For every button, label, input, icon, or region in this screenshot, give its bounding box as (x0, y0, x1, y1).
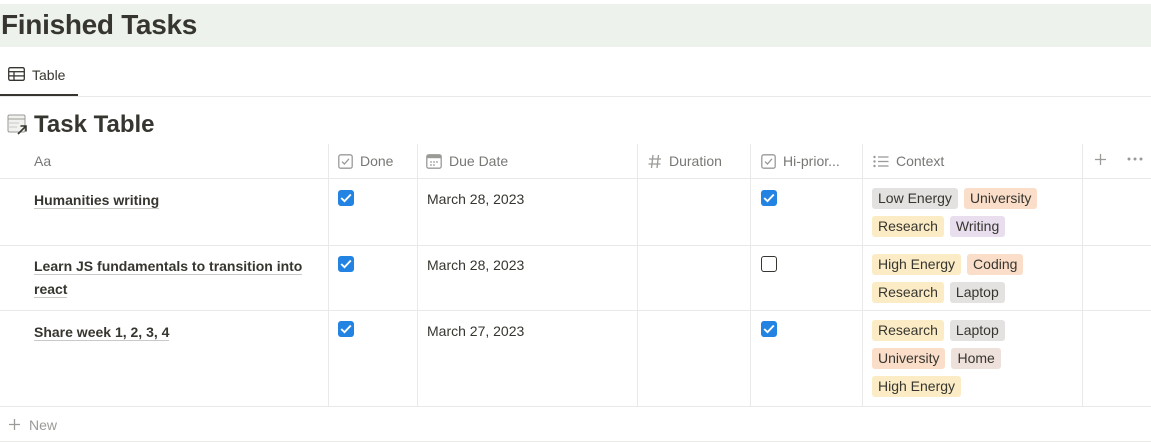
column-header-due-date[interactable]: Due Date (426, 144, 508, 178)
column-header-done[interactable]: Done (338, 144, 393, 178)
checkbox-icon (338, 153, 353, 169)
tag: High Energy (872, 376, 962, 397)
column-header-duration[interactable]: Duration (648, 144, 722, 178)
new-row-label: New (29, 417, 58, 433)
tag: Writing (949, 216, 1006, 237)
due-date[interactable]: March 28, 2023 (427, 257, 524, 273)
page-header: Finished Tasks (0, 4, 1151, 47)
column-header-context-label: Context (896, 153, 945, 169)
calendar-icon (426, 153, 442, 169)
tag: Home (951, 348, 1001, 369)
task-name[interactable]: Humanities writing (34, 189, 304, 212)
checkbox-icon (761, 153, 776, 169)
context-tags[interactable]: High Energy Coding Research Laptop (872, 254, 1077, 310)
check-icon (763, 193, 775, 203)
tag: Laptop (949, 320, 1005, 341)
done-checkbox[interactable] (338, 190, 354, 206)
more-options-icon[interactable] (1127, 157, 1143, 161)
tab-table-label: Table (32, 67, 66, 83)
plus-icon (9, 419, 20, 430)
column-header-context[interactable]: Context (873, 144, 944, 178)
column-header-done-label: Done (360, 153, 394, 169)
tab-table[interactable]: Table (0, 47, 78, 96)
page-title: Finished Tasks (1, 9, 198, 40)
tag: High Energy (872, 254, 962, 275)
tag: Research (872, 282, 944, 303)
tag: Research (872, 320, 944, 341)
done-checkbox[interactable] (338, 256, 354, 272)
add-property-icon[interactable] (1094, 153, 1107, 166)
linked-database-icon (7, 114, 27, 135)
check-icon (763, 324, 775, 334)
tag: Laptop (949, 282, 1005, 303)
hi-priority-checkbox[interactable] (761, 256, 777, 272)
hash-icon (648, 154, 661, 168)
tag: Coding (967, 254, 1024, 275)
new-row-button[interactable]: New (0, 408, 1151, 442)
table-row[interactable]: Learn JS fundamentals to transition into… (0, 245, 1151, 311)
check-icon (340, 324, 352, 334)
context-tags[interactable]: Research LaptopUniversity Home High Energy (872, 320, 1077, 404)
hi-priority-checkbox[interactable] (761, 190, 777, 206)
list-icon (873, 155, 889, 167)
database-title-text: Task Table (34, 111, 155, 138)
database-title[interactable]: Task Table (7, 110, 155, 140)
column-header-hi-priority-label: Hi-prior... (783, 153, 840, 169)
context-tags[interactable]: Low Energy University Research Writing (872, 188, 1077, 244)
table-header: Aa Done Due Date Duration Hi-prior... Co… (0, 144, 1151, 179)
column-header-duration-label: Duration (669, 153, 722, 169)
column-header-due-date-label: Due Date (449, 153, 509, 169)
due-date[interactable]: March 28, 2023 (427, 191, 524, 207)
table-row[interactable]: Share week 1, 2, 3, 4 March 27, 2023 Res… (0, 311, 1151, 407)
due-date[interactable]: March 27, 2023 (427, 323, 524, 339)
hi-priority-checkbox[interactable] (761, 321, 777, 337)
column-header-hi-priority[interactable]: Hi-prior... (761, 144, 840, 178)
tag: University (872, 348, 946, 369)
task-name[interactable]: Share week 1, 2, 3, 4 (34, 321, 304, 344)
table-icon (8, 67, 25, 81)
check-icon (340, 193, 352, 203)
column-header-name-label: Aa (34, 153, 52, 169)
task-name[interactable]: Learn JS fundamentals to transition into… (34, 255, 304, 301)
tag: University (963, 188, 1038, 209)
tag: Research (872, 216, 944, 237)
check-icon (340, 259, 352, 269)
done-checkbox[interactable] (338, 321, 354, 337)
column-header-name[interactable]: Aa (34, 144, 51, 178)
tag: Low Energy (872, 188, 958, 209)
view-tabs: Table (0, 47, 1151, 97)
table-row[interactable]: Humanities writing March 28, 2023 Low En… (0, 179, 1151, 246)
